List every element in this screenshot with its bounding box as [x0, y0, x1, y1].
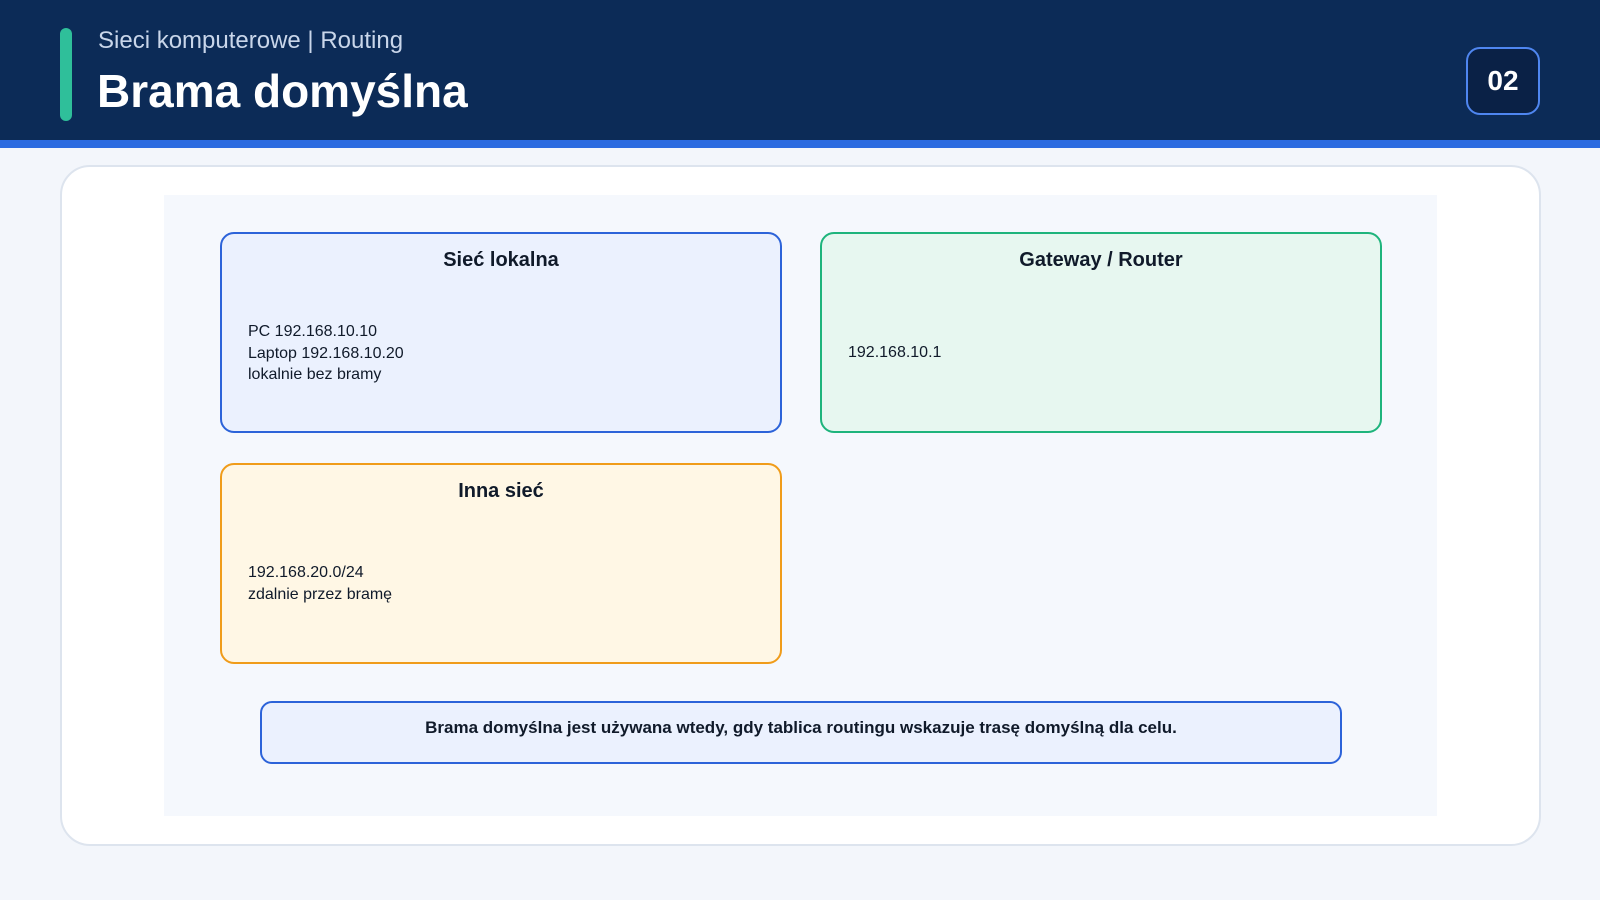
node-local-network: Sieć lokalna PC 192.168.10.10 Laptop 192…	[220, 232, 782, 433]
node-line: 192.168.10.1	[848, 344, 942, 361]
node-line: lokalnie bez bramy	[248, 366, 382, 383]
node-details: PC 192.168.10.10 Laptop 192.168.10.20 lo…	[248, 321, 404, 386]
header-divider	[0, 140, 1600, 148]
accent-bar	[60, 28, 72, 121]
node-gateway-router: Gateway / Router 192.168.10.1	[820, 232, 1382, 433]
slide-subtitle: Sieci komputerowe | Routing	[98, 27, 404, 54]
node-line: PC 192.168.10.10	[248, 323, 377, 340]
node-details: 192.168.20.0/24 zdalnie przez bramę	[248, 562, 392, 605]
node-line: Laptop 192.168.10.20	[248, 344, 404, 362]
node-details: 192.168.10.1	[848, 342, 941, 364]
node-other-network: Inna sieć 192.168.20.0/24 zdalnie przez …	[220, 463, 782, 664]
node-title: Gateway / Router	[1019, 249, 1183, 271]
node-line: zdalnie przez bramę	[248, 585, 393, 603]
summary-note-text: Brama domyślna jest używana wtedy, gdy t…	[425, 718, 1177, 737]
slide-title: Brama domyślna	[97, 65, 468, 117]
node-title: Inna sieć	[458, 480, 544, 502]
node-line: 192.168.20.0/24	[248, 564, 364, 581]
page-number-badge: 02	[1466, 47, 1540, 115]
summary-note: Brama domyślna jest używana wtedy, gdy t…	[260, 701, 1342, 764]
node-title: Sieć lokalna	[443, 249, 559, 271]
